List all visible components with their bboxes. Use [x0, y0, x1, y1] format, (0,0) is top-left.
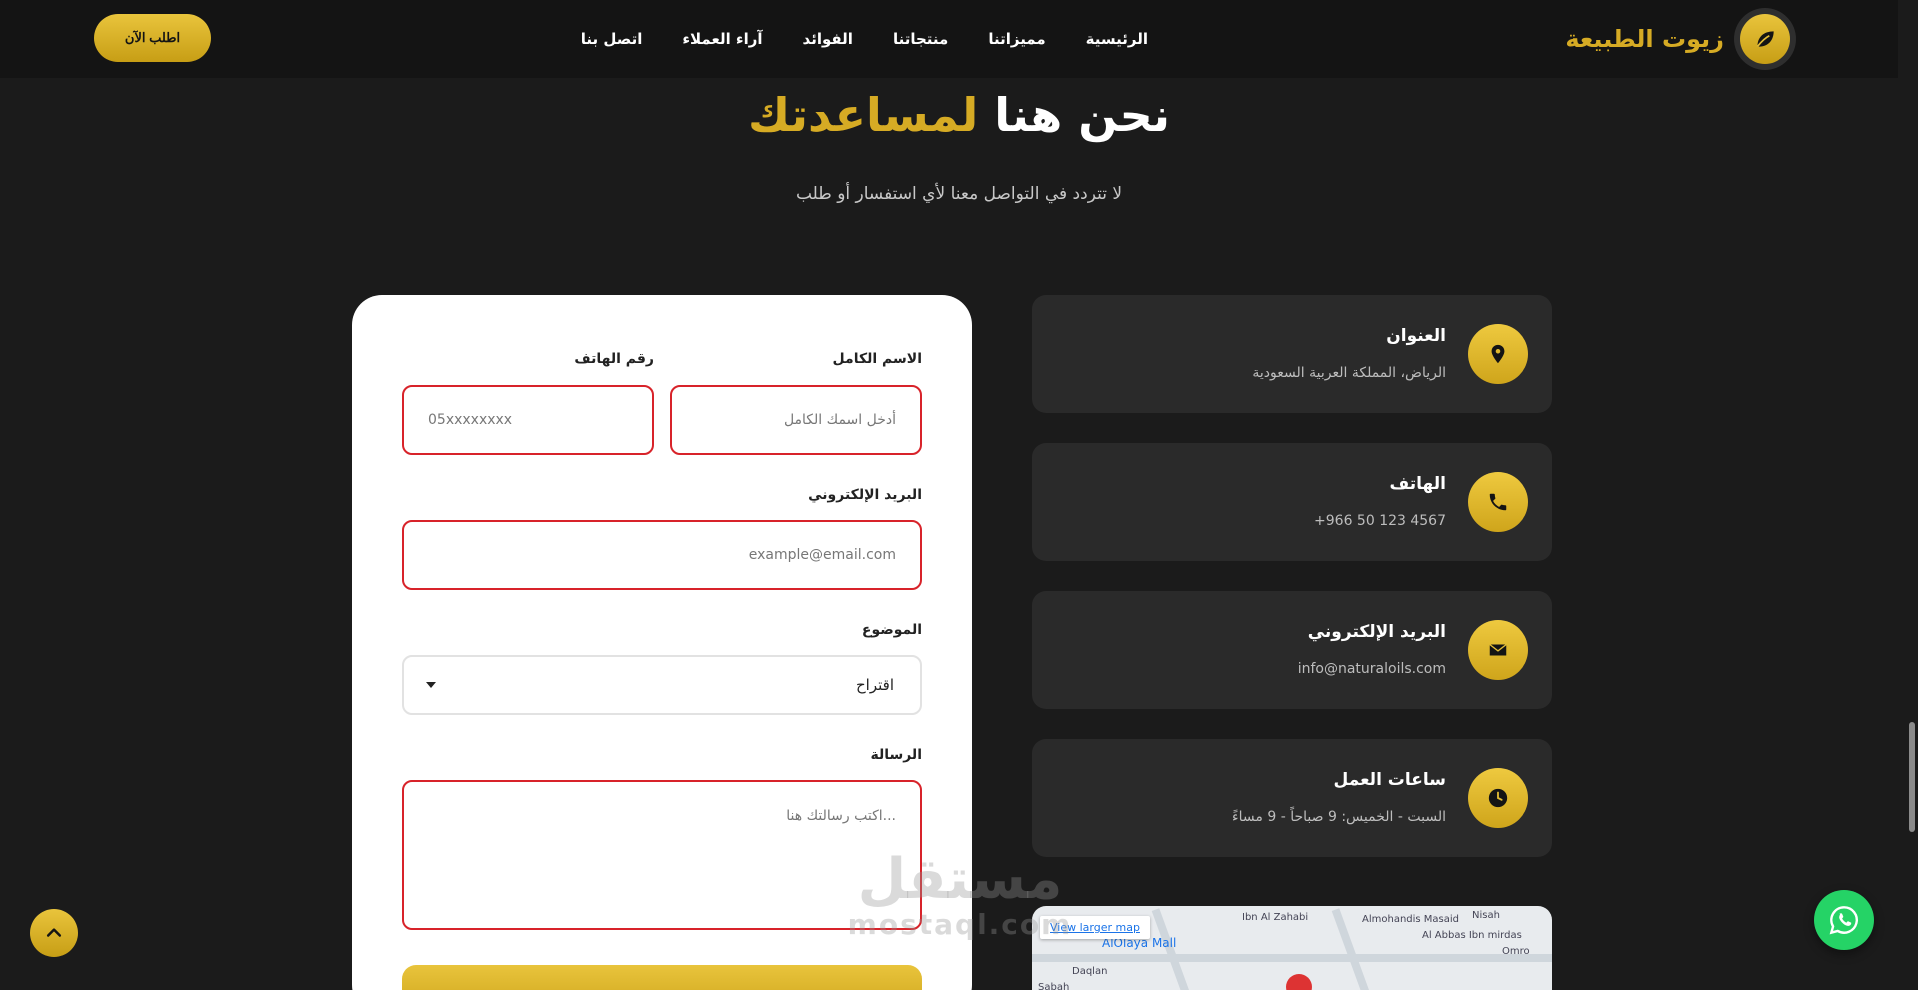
- nav-link-benefits[interactable]: الفوائد: [803, 30, 853, 48]
- scroll-to-top-button[interactable]: [30, 909, 78, 957]
- map-street: Ibn Al Zahabi: [1242, 912, 1309, 923]
- info-card-hours: ساعات العمل السبت - الخميس: 9 صباحاً - 9…: [1032, 739, 1552, 857]
- nav-link-products[interactable]: منتجاتنا: [893, 30, 948, 48]
- section-title-accent: لمساعدتك: [747, 88, 979, 142]
- info-title: الهاتف: [1389, 474, 1446, 494]
- nav-link-features[interactable]: مميزاتنا: [988, 30, 1045, 48]
- map-street: Almohandis Masaid: [1362, 914, 1460, 925]
- map-street: Omro: [1502, 946, 1530, 957]
- name-input[interactable]: أدخل اسمك الكامل: [670, 385, 922, 455]
- envelope-icon: [1468, 620, 1528, 680]
- name-label: الاسم الكامل: [832, 351, 922, 367]
- map-street: Nisah: [1472, 910, 1500, 921]
- page-scrollbar[interactable]: [1906, 0, 1918, 990]
- leaf-icon: [1756, 31, 1774, 48]
- watermark-latin: mostaql.com: [847, 908, 1073, 941]
- nav-link-testimonials[interactable]: آراء العملاء: [682, 30, 762, 48]
- info-value: الرياض، المملكة العربية السعودية: [1252, 365, 1446, 381]
- email-label: البريد الإلكتروني: [808, 487, 922, 503]
- clock-icon: [1468, 768, 1528, 828]
- info-value: السبت - الخميس: 9 صباحاً - 9 مساءً: [1232, 809, 1446, 825]
- phone-input[interactable]: 05xxxxxxxx: [402, 385, 654, 455]
- info-value: +966 50 123 4567: [1314, 513, 1446, 529]
- phone-icon: [1468, 472, 1528, 532]
- location-pin-icon: [1468, 324, 1528, 384]
- info-card-phone: الهاتف +966 50 123 4567: [1032, 443, 1552, 561]
- brand-name: زيوت الطبيعة: [1565, 25, 1724, 53]
- caret-down-icon: [426, 682, 436, 688]
- map-road: [1032, 954, 1552, 962]
- phone-label: رقم الهاتف: [574, 351, 654, 367]
- order-now-button[interactable]: اطلب الآن: [94, 14, 211, 62]
- phone-placeholder: 05xxxxxxxx: [428, 412, 513, 428]
- email-input[interactable]: example@email.com: [402, 520, 922, 590]
- info-title: العنوان: [1386, 326, 1446, 346]
- nav-link-home[interactable]: الرئيسية: [1086, 30, 1148, 48]
- subject-value: اقتراح: [856, 676, 894, 694]
- info-title: ساعات العمل: [1333, 770, 1446, 790]
- location-map[interactable]: Ibn Al Zahabi Almohandis Masaid Al Abbas…: [1032, 906, 1552, 990]
- chevron-up-icon: [46, 928, 62, 937]
- info-card-email: البريد الإلكتروني info@naturaloils.com: [1032, 591, 1552, 709]
- whatsapp-button[interactable]: [1814, 890, 1874, 950]
- map-pin-icon: [1280, 968, 1318, 990]
- info-card-address: العنوان الرياض، المملكة العربية السعودية: [1032, 295, 1552, 413]
- watermark-arabic: مستقل: [857, 847, 1063, 912]
- map-street: Sabah: [1038, 982, 1070, 990]
- scrollbar-thumb[interactable]: [1909, 722, 1915, 832]
- map-street: Daqlan: [1072, 966, 1108, 977]
- map-street: Al Abbas Ibn mirdas: [1422, 930, 1522, 941]
- whatsapp-icon: [1829, 906, 1858, 935]
- section-title-main: نحن هنا: [994, 88, 1171, 142]
- info-value: info@naturaloils.com: [1297, 661, 1446, 677]
- message-label: الرسالة: [870, 747, 922, 763]
- message-placeholder: اكتب رسالتك هنا...: [786, 808, 896, 824]
- main-nav: الرئيسية مميزاتنا منتجاتنا الفوائد آراء …: [581, 0, 1148, 78]
- brand[interactable]: زيوت الطبيعة: [1565, 8, 1796, 70]
- watermark: مستقل mostaql.com: [840, 850, 1080, 940]
- section-subtitle: لا تتردد في التواصل معنا لأي استفسار أو …: [795, 184, 1123, 204]
- submit-button[interactable]: [402, 965, 922, 990]
- info-title: البريد الإلكتروني: [1307, 622, 1446, 642]
- navbar: اطلب الآن الرئيسية مميزاتنا منتجاتنا الف…: [0, 0, 1898, 78]
- subject-select[interactable]: اقتراح: [402, 655, 922, 715]
- name-placeholder: أدخل اسمك الكامل: [783, 412, 896, 428]
- section-title: نحن هنا لمساعدتك: [0, 88, 1918, 142]
- brand-logo: [1734, 8, 1796, 70]
- subject-label: الموضوع: [861, 622, 922, 638]
- email-placeholder: example@email.com: [748, 547, 896, 563]
- nav-link-contact[interactable]: اتصل بنا: [581, 30, 643, 48]
